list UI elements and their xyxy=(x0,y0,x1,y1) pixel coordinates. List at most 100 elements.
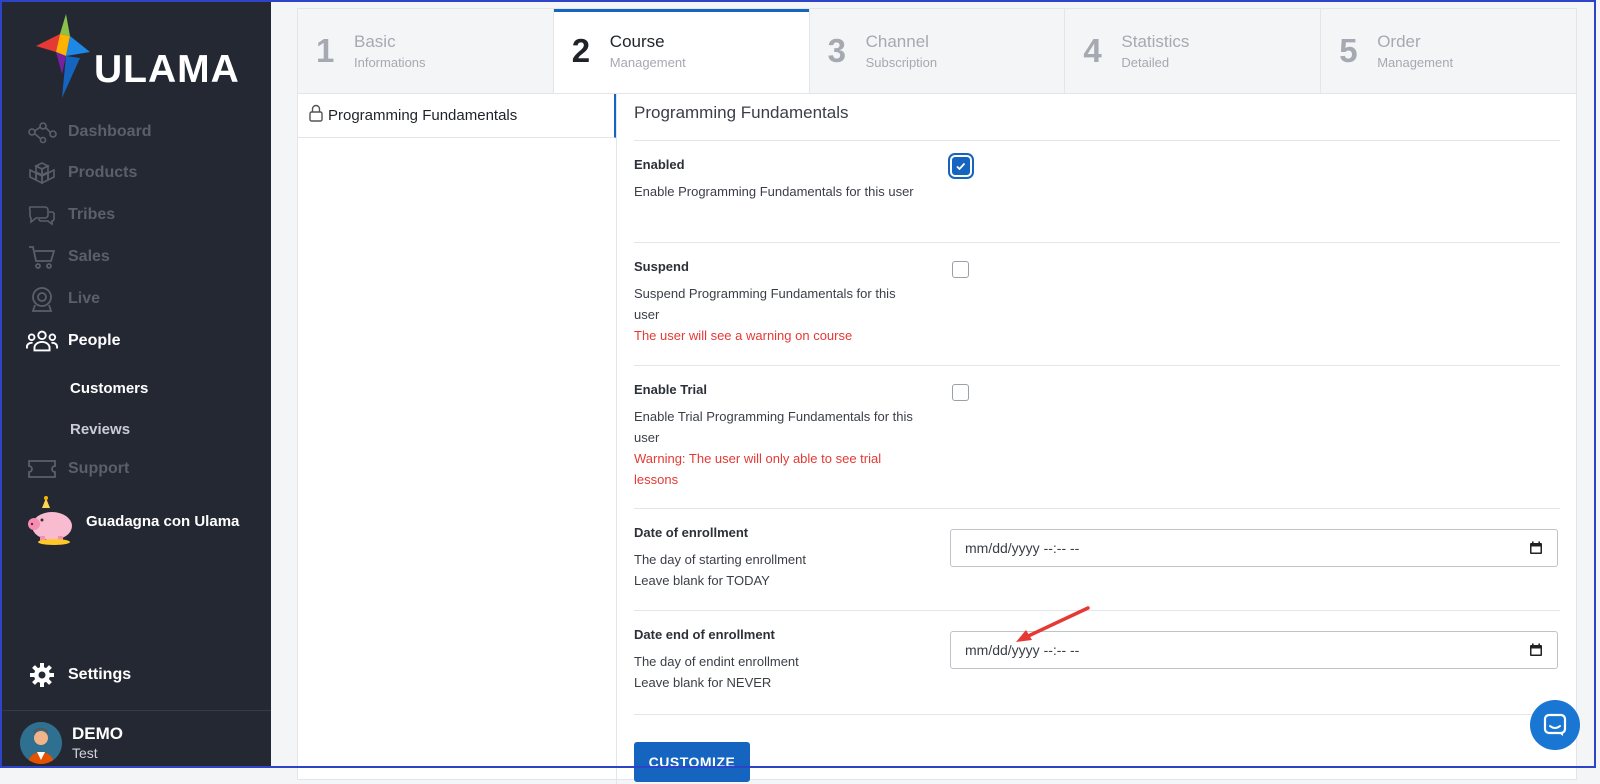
step-subtitle: Management xyxy=(1377,55,1454,70)
step-subtitle: Informations xyxy=(354,55,426,70)
chat-bubbles-icon xyxy=(26,200,58,230)
divider xyxy=(634,508,1560,509)
sidebar-item-label: Products xyxy=(68,164,138,181)
step-order[interactable]: 5 Order Management xyxy=(1321,9,1576,93)
date-start-placeholder: mm/dd/yyyy --:-- -- xyxy=(965,540,1080,556)
gear-icon xyxy=(26,660,58,690)
wizard-steps: 1 Basic Informations 2 Course Management 3… xyxy=(298,9,1576,94)
section-title: Programming Fundamentals xyxy=(634,103,849,122)
sidebar-item-tribes[interactable]: Tribes xyxy=(26,200,115,230)
cart-icon xyxy=(26,242,58,272)
ulama-logo[interactable]: ULAMA xyxy=(32,12,252,102)
date-start-input[interactable]: mm/dd/yyyy --:-- -- xyxy=(950,529,1558,567)
sidebar-item-people[interactable]: People xyxy=(26,326,120,356)
date-end-description: The day of endint enrollment Leave blank… xyxy=(634,651,924,693)
sidebar-item-products[interactable]: Products xyxy=(26,158,137,188)
chat-icon xyxy=(1543,713,1567,736)
lock-icon xyxy=(308,104,324,127)
sidebar-item-label: Support xyxy=(68,460,130,477)
divider xyxy=(634,610,1560,611)
step-title: Channel xyxy=(865,32,929,51)
step-title: Course xyxy=(609,32,665,51)
divider xyxy=(634,365,1560,366)
sidebar-item-live[interactable]: Live xyxy=(26,284,100,314)
sidebar-subitem-customers[interactable]: Customers xyxy=(70,380,148,397)
divider xyxy=(634,714,1560,715)
step-subtitle: Management xyxy=(609,55,686,70)
course-management-card: 1 Basic Informations 2 Course Management 3… xyxy=(297,8,1577,784)
origami-bird-icon xyxy=(36,14,90,98)
sidebar-item-label: Sales xyxy=(68,248,110,265)
panel-divider xyxy=(616,94,617,784)
suspend-description: Suspend Programming Fundamentals for thi… xyxy=(634,283,924,346)
sidebar-item-label: Tribes xyxy=(68,206,116,223)
date-end-label: Date end of enrollment xyxy=(634,627,775,642)
step-course[interactable]: 2 Course Management xyxy=(553,9,810,93)
sidebar: ULAMA Dashboard Products Tribes Sales Li… xyxy=(2,2,271,768)
suspend-label: Suspend xyxy=(634,259,689,274)
course-list-item[interactable]: Programming Fundamentals xyxy=(298,94,616,138)
step-number: 1 xyxy=(316,32,335,69)
step-title: Order xyxy=(1377,32,1421,51)
boxes-icon xyxy=(26,158,58,188)
suspend-warning: The user will see a warning on course xyxy=(634,328,853,343)
check-icon xyxy=(956,162,966,171)
trial-label: Enable Trial xyxy=(634,382,707,397)
step-subtitle: Detailed xyxy=(1121,55,1170,70)
date-end-desc-2: Leave blank for NEVER xyxy=(634,675,772,690)
step-basic[interactable]: 1 Basic Informations xyxy=(298,9,554,93)
date-start-description: The day of starting enrollment Leave bla… xyxy=(634,549,924,591)
enabled-checkbox[interactable] xyxy=(952,157,970,175)
step-number: 3 xyxy=(827,32,846,69)
step-title: Basic xyxy=(354,32,396,51)
date-start-desc-1: The day of starting enrollment xyxy=(634,552,806,567)
sidebar-item-label: Dashboard xyxy=(68,123,152,140)
people-icon xyxy=(26,326,58,356)
step-title: Statistics xyxy=(1121,32,1190,51)
brand-name: ULAMA xyxy=(94,48,240,91)
sidebar-item-support[interactable]: Support xyxy=(26,454,129,484)
user-subtitle: Test xyxy=(72,745,98,761)
calendar-icon[interactable] xyxy=(1529,643,1543,657)
enabled-label: Enabled xyxy=(634,157,685,172)
trial-checkbox[interactable] xyxy=(952,384,969,401)
sidebar-item-label: Settings xyxy=(68,666,132,683)
sidebar-item-label: Live xyxy=(68,290,101,307)
date-end-desc-1: The day of endint enrollment xyxy=(634,654,799,669)
date-start-desc-2: Leave blank for TODAY xyxy=(634,573,770,588)
sidebar-divider xyxy=(2,710,271,711)
sidebar-item-guadagna[interactable]: Guadagna con Ulama xyxy=(26,496,239,546)
trial-description-text: Enable Trial Programming Fundamentals fo… xyxy=(634,409,913,445)
ticket-icon xyxy=(26,454,58,484)
calendar-icon[interactable] xyxy=(1529,541,1543,555)
step-number: 2 xyxy=(571,32,591,69)
user-name: DEMO xyxy=(72,724,123,743)
nodes-icon xyxy=(26,117,58,147)
chat-button[interactable] xyxy=(1530,700,1580,750)
sidebar-item-label: Guadagna con Ulama xyxy=(86,512,240,530)
divider xyxy=(634,140,1560,141)
webcam-icon xyxy=(26,284,58,314)
step-subtitle: Subscription xyxy=(865,55,938,70)
trial-description: Enable Trial Programming Fundamentals fo… xyxy=(634,406,924,490)
avatar[interactable] xyxy=(20,722,62,764)
suspend-checkbox[interactable] xyxy=(952,261,969,278)
sidebar-subitem-reviews[interactable]: Reviews xyxy=(70,421,130,438)
step-statistics[interactable]: 4 Statistics Detailed xyxy=(1065,9,1322,93)
enabled-description: Enable Programming Fundamentals for this… xyxy=(634,184,914,199)
sidebar-item-dashboard[interactable]: Dashboard xyxy=(26,117,152,147)
step-number: 5 xyxy=(1339,32,1358,69)
sidebar-item-label: People xyxy=(68,332,121,349)
course-list-label: Programming Fundamentals xyxy=(328,107,518,124)
date-end-placeholder: mm/dd/yyyy --:-- -- xyxy=(965,642,1080,658)
trial-warning: Warning: The user will only able to see … xyxy=(634,451,882,487)
customize-button[interactable]: CUSTOMIZE xyxy=(634,742,750,782)
sidebar-item-settings[interactable]: Settings xyxy=(26,660,131,690)
piggy-bank-icon xyxy=(26,496,78,546)
step-channel[interactable]: 3 Channel Subscription xyxy=(810,9,1066,93)
date-start-label: Date of enrollment xyxy=(634,525,749,540)
suspend-description-text: Suspend Programming Fundamentals for thi… xyxy=(634,286,896,322)
sidebar-item-sales[interactable]: Sales xyxy=(26,242,110,272)
step-number: 4 xyxy=(1083,32,1102,69)
divider xyxy=(634,242,1560,243)
